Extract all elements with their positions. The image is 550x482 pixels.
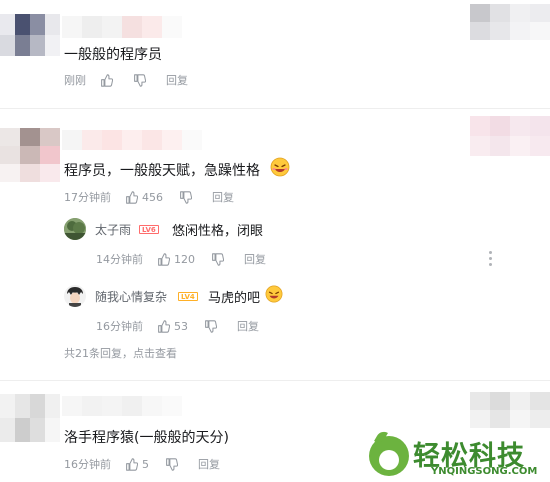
avatar[interactable] [64, 218, 86, 240]
dislike-button[interactable] [204, 319, 221, 333]
view-replies-link[interactable]: 点击查看 [133, 347, 177, 360]
thumb-down-icon [205, 319, 217, 333]
dislike-button[interactable] [165, 457, 182, 471]
logo-domain: YNQINGSONG.COM [431, 466, 538, 477]
blurred-badge [470, 116, 550, 156]
watermark-logo: 轻松科技 YNQINGSONG.COM [355, 428, 550, 482]
more-options-icon[interactable] [489, 251, 493, 269]
thumb-down-icon [212, 252, 224, 266]
like-button[interactable]: 53 [157, 320, 188, 333]
like-count: 5 [142, 457, 149, 471]
reply-time: 16分钟前 [96, 320, 143, 333]
avatar-image [64, 218, 86, 240]
thumb-down-icon [166, 457, 178, 471]
reply-text: 悠闲性格，闭眼 [172, 224, 264, 239]
dislike-button[interactable] [179, 190, 196, 204]
divider [0, 380, 550, 381]
reply-button[interactable]: 回复 [198, 456, 220, 472]
like-count: 120 [174, 252, 195, 266]
thumb-up-icon [101, 73, 113, 87]
level-badge: LV6 [139, 225, 159, 234]
reply-meta: 16分钟前 53 回复 [96, 318, 259, 334]
reply-button[interactable]: 回复 [244, 251, 266, 267]
reply-button[interactable]: 回复 [166, 72, 188, 88]
like-button[interactable]: 120 [157, 253, 195, 266]
blurred-avatar [0, 128, 60, 182]
comment-text: 程序员，一般般天赋，急躁性格 [64, 163, 260, 179]
thumb-up-icon [158, 319, 170, 333]
thumb-up-icon [126, 190, 138, 204]
comment-meta: 刚刚 回复 [64, 72, 188, 88]
comment-meta: 17分钟前 456 回复 [64, 189, 234, 205]
blurred-username [62, 16, 182, 38]
more-replies-count: 共21条回复， [64, 347, 133, 360]
divider [0, 108, 550, 109]
thumb-up-icon [158, 252, 170, 266]
blurred-badge [470, 392, 550, 428]
blurred-username [62, 396, 182, 416]
level-badge: LV4 [178, 292, 198, 301]
comment-meta: 16分钟前 5 回复 [64, 456, 220, 472]
blurred-avatar [0, 394, 60, 442]
blurred-badge [470, 4, 550, 40]
blurred-avatar [0, 14, 60, 56]
laughing-face-emoji [270, 157, 290, 177]
thumb-down-icon [134, 73, 146, 87]
reply-button[interactable]: 回复 [212, 189, 234, 205]
reply-time: 14分钟前 [96, 253, 143, 266]
reply-meta: 14分钟前 120 回复 [96, 251, 266, 267]
comment-text: 洛手程序猿(一般般的天分) [64, 430, 229, 446]
like-count: 53 [174, 319, 188, 333]
dislike-button[interactable] [211, 252, 228, 266]
reply-username[interactable]: 随我心情复杂 [95, 288, 167, 305]
reply-username[interactable]: 太子雨 [95, 221, 131, 238]
like-button[interactable]: 456 [125, 191, 163, 204]
more-replies: 共21条回复，点击查看 [64, 345, 177, 361]
comment-time: 16分钟前 [64, 458, 111, 471]
avatar[interactable] [64, 285, 86, 307]
comment-text: 一般般的程序员 [64, 47, 162, 63]
blurred-username [62, 130, 202, 150]
like-button[interactable]: 5 [125, 458, 149, 471]
laughing-face-emoji [265, 285, 283, 303]
reply-text: 马虎的吧 [208, 291, 261, 306]
comment-time: 17分钟前 [64, 191, 111, 204]
dislike-button[interactable] [133, 73, 150, 87]
comment-time: 刚刚 [64, 74, 86, 87]
reply-button[interactable]: 回复 [237, 318, 259, 334]
like-button[interactable] [100, 73, 117, 87]
thumb-up-icon [126, 457, 138, 471]
avatar-image [64, 285, 86, 307]
thumb-down-icon [180, 190, 192, 204]
like-count: 456 [142, 190, 163, 204]
